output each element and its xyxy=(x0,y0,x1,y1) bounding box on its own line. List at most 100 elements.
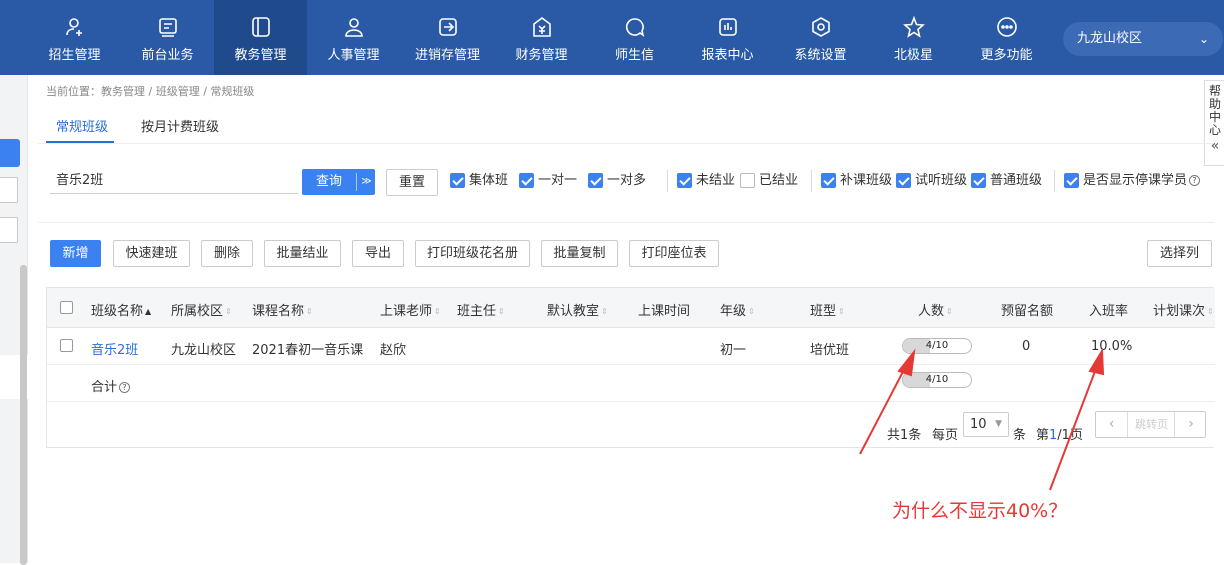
headcount-progress: 4/10 xyxy=(902,338,972,354)
table-row[interactable]: 音乐2班 九龙山校区 2021春初一音乐课 赵欣 初一 培优班 4/10 0 1… xyxy=(47,328,1215,365)
filter-checkbox-one-to-one[interactable]: 一对一 xyxy=(519,173,577,189)
sort-icon: ⇕ xyxy=(838,307,845,316)
export-button[interactable]: 导出 xyxy=(352,240,404,267)
filter-checkbox-trial-class[interactable]: 试听班级 xyxy=(896,173,967,189)
print-roster-button[interactable]: 打印班级花名册 xyxy=(415,240,530,267)
class-name-link[interactable]: 音乐2班 xyxy=(91,339,138,358)
column-header[interactable]: 班级名称 ▲ xyxy=(91,300,151,319)
nav-item-academic[interactable]: 教务管理 xyxy=(214,0,307,75)
nav-item-settings[interactable]: 系统设置 xyxy=(774,0,867,75)
headcount-text: 4/10 xyxy=(925,340,949,351)
nav-item-inventory[interactable]: 进销存管理 xyxy=(400,0,495,75)
filter-checkbox-normal-class[interactable]: 普通班级 xyxy=(971,173,1042,189)
nav-item-frontdesk[interactable]: 前台业务 xyxy=(121,0,214,75)
nav-label: 更多功能 xyxy=(980,48,1033,63)
more-icon xyxy=(996,17,1017,37)
checkbox-label: 集体班 xyxy=(469,173,509,188)
cell-class-type: 培优班 xyxy=(810,343,850,358)
column-header: 入班率 xyxy=(1089,300,1128,319)
nav-item-hr[interactable]: 人事管理 xyxy=(307,0,400,75)
jump-page-input[interactable]: 跳转页 xyxy=(1129,412,1175,437)
tab-regular-class[interactable]: 常规班级 xyxy=(56,116,108,135)
column-header[interactable]: 年级 ⇕ xyxy=(720,300,755,319)
column-label: 上课时间 xyxy=(638,304,691,319)
row-checkbox[interactable] xyxy=(60,339,73,352)
nav-item-polaris[interactable]: 北极星 xyxy=(867,0,960,75)
column-header: 预留名额 xyxy=(1001,300,1053,319)
question-icon[interactable]: ? xyxy=(119,382,131,393)
total-label: 合计? xyxy=(91,376,131,395)
select-all-checkbox[interactable] xyxy=(60,301,73,314)
nav-item-enrollment[interactable]: 招生管理 xyxy=(28,0,121,75)
column-label: 班级名称 xyxy=(91,304,144,319)
column-header[interactable]: 人数 ⇕ xyxy=(918,300,953,319)
filter-checkbox-graduated[interactable]: 已结业 xyxy=(740,173,798,189)
help-char: 心 xyxy=(1208,123,1221,137)
batch-graduate-button[interactable]: 批量结业 xyxy=(264,240,341,267)
campus-selector[interactable]: 九龙山校区 ⌄ xyxy=(1063,22,1223,56)
divider xyxy=(356,173,357,191)
question-icon[interactable]: ? xyxy=(1189,175,1201,186)
query-button[interactable]: 查询 ≫ xyxy=(302,169,375,195)
nav-label: 进销存管理 xyxy=(414,48,480,63)
quick-create-button[interactable]: 快速建班 xyxy=(113,240,190,267)
checkbox-icon xyxy=(450,173,465,188)
nav-label: 前台业务 xyxy=(141,48,194,63)
nav-item-reports[interactable]: 报表中心 xyxy=(681,0,774,75)
help-center-float[interactable]: 帮 助 中 心 « xyxy=(1204,80,1224,166)
column-label: 预留名额 xyxy=(1001,304,1054,319)
add-button[interactable]: 新增 xyxy=(50,240,101,267)
nav-item-messages[interactable]: 师生信 xyxy=(588,0,681,75)
column-header[interactable]: 默认教室 ⇕ xyxy=(547,300,608,319)
tab-monthly-class[interactable]: 按月计费班级 xyxy=(141,116,219,135)
column-label: 年级 xyxy=(720,304,747,319)
checkbox-label: 普通班级 xyxy=(990,173,1043,188)
query-label: 查询 xyxy=(315,174,342,189)
cell-campus: 九龙山校区 xyxy=(171,343,237,358)
double-chevron-down-icon[interactable]: ≫ xyxy=(358,169,375,195)
sidebar-item[interactable] xyxy=(0,217,18,243)
column-header[interactable]: 班型 ⇕ xyxy=(810,300,845,319)
delete-button[interactable]: 删除 xyxy=(201,240,253,267)
filter-checkbox-show-suspended[interactable]: 是否显示停课学员? xyxy=(1064,173,1201,189)
left-sidebar-collapsed xyxy=(0,75,28,565)
pager-nav: ‹ 跳转页 › xyxy=(1095,411,1206,438)
reception-icon xyxy=(158,18,177,37)
reset-button[interactable]: 重置 xyxy=(386,169,438,196)
checkbox-label: 补课班级 xyxy=(840,173,893,188)
filter-checkbox-not-graduated[interactable]: 未结业 xyxy=(677,173,735,189)
column-label: 课程名称 xyxy=(252,304,305,319)
column-header[interactable]: 课程名称 ⇕ xyxy=(252,300,313,319)
print-seating-button[interactable]: 打印座位表 xyxy=(629,240,719,267)
nav-item-finance[interactable]: 财务管理 xyxy=(495,0,588,75)
column-label: 默认教室 xyxy=(547,304,600,319)
table-header: 班级名称 ▲ 所属校区 ⇕ 课程名称 ⇕ 上课老师 ⇕ 班主任 ⇕ 默认教室 ⇕ 上课时间 … xyxy=(47,288,1215,328)
divider xyxy=(811,170,812,192)
nav-item-more[interactable]: 更多功能 xyxy=(960,0,1053,75)
sort-icon: ⇕ xyxy=(1207,307,1214,316)
batch-copy-button[interactable]: 批量复制 xyxy=(541,240,618,267)
prev-page-icon[interactable]: ‹ xyxy=(1096,412,1128,437)
annotation-question: 为什么不显示40%？ xyxy=(892,500,1068,522)
column-header[interactable]: 上课老师 ⇕ xyxy=(380,300,441,319)
checkbox-label: 是否显示停课学员 xyxy=(1083,173,1188,188)
column-label: 所属校区 xyxy=(171,304,224,319)
next-page-icon[interactable]: › xyxy=(1176,412,1206,437)
per-page-select[interactable]: 10 ▼ xyxy=(963,412,1009,437)
checkbox-label: 一对一 xyxy=(538,173,578,188)
collapse-left-icon[interactable]: « xyxy=(1205,139,1224,153)
person-icon xyxy=(344,18,363,37)
column-header[interactable]: 班主任 ⇕ xyxy=(457,300,505,319)
filter-checkbox-makeup-class[interactable]: 补课班级 xyxy=(821,173,892,189)
sidebar-scrollbar[interactable] xyxy=(20,265,27,565)
column-header[interactable]: 计划课次 ⇕ xyxy=(1153,300,1214,319)
filter-checkbox-one-to-many[interactable]: 一对多 xyxy=(588,173,646,189)
pager-page-info: 第1/1页 xyxy=(1036,424,1083,443)
column-header[interactable]: 所属校区 ⇕ xyxy=(171,300,232,319)
filter-checkbox-group-class[interactable]: 集体班 xyxy=(450,173,508,189)
choose-columns-button[interactable]: 选择列 xyxy=(1147,240,1212,267)
sort-asc-icon: ▲ xyxy=(145,307,152,316)
sidebar-active-item[interactable] xyxy=(0,139,20,167)
sidebar-item[interactable] xyxy=(0,177,18,203)
search-input[interactable]: 音乐2班 xyxy=(50,168,298,194)
